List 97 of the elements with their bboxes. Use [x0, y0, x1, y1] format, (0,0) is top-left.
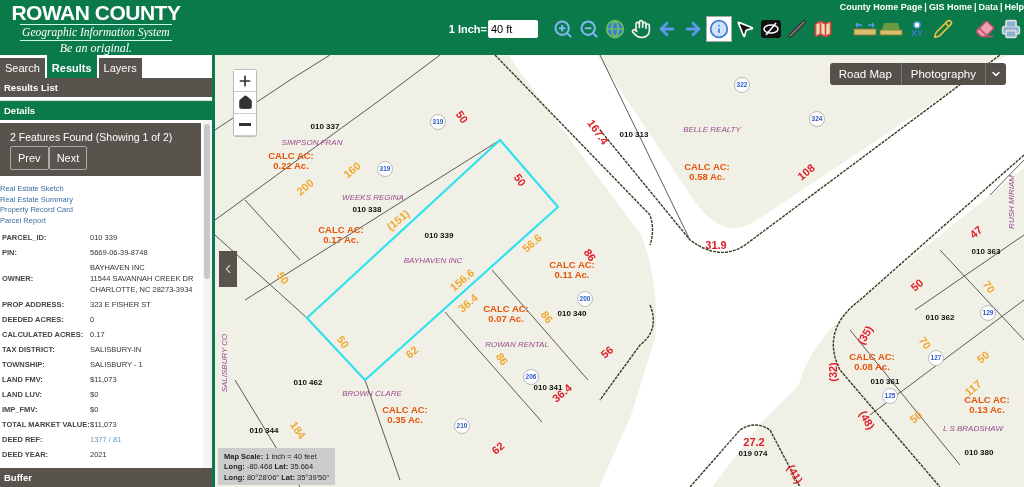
- frontage-label: 50: [511, 171, 529, 189]
- pencil-icon: [933, 19, 953, 39]
- printer-icon: [1001, 19, 1021, 39]
- section-header[interactable]: Results List: [0, 78, 212, 97]
- acreage-label: CALC AC: 0.35 Ac.: [382, 404, 428, 426]
- owner-label: BAYHAVEN INC: [403, 256, 463, 266]
- hand-icon: [631, 19, 651, 39]
- dimension-label: 50: [274, 269, 292, 287]
- dimension-label: 70: [980, 278, 998, 296]
- acreage-label: CALC AC: 0.07 Ac.: [483, 303, 529, 325]
- dimension-label: 50: [334, 333, 352, 351]
- parcel-id-label: 010 339: [424, 231, 454, 241]
- dimension-label: 200: [294, 176, 316, 198]
- frontage-label: 62: [489, 439, 507, 457]
- dimension-label: 56.6: [519, 231, 545, 255]
- section-header[interactable]: Details: [0, 100, 212, 120]
- parcel-id-label: 019 074: [738, 449, 768, 459]
- parcel-id-label: 010 338: [352, 205, 382, 215]
- acreage-label: CALC AC: 0.22 Ac.: [268, 150, 314, 172]
- county-logo-title: ROWAN COUNTY: [11, 2, 181, 24]
- frontage-label: 108: [795, 161, 817, 183]
- link-separator: |: [924, 2, 927, 14]
- dimension-label: 70: [916, 334, 934, 352]
- acreage-label: CALC AC: 0.17 Ac.: [318, 224, 364, 246]
- parcel-id-label: 010 344: [249, 426, 279, 436]
- basemap-button[interactable]: Road Map: [829, 63, 902, 85]
- link-separator: |: [973, 2, 977, 14]
- parcel-id-label: 010 362: [925, 313, 955, 323]
- owner-label: BELLE REALTY: [683, 125, 741, 135]
- sidebar-tab[interactable]: Results: [46, 55, 97, 78]
- frontage-label: 56: [598, 343, 616, 361]
- collapse-panel-button[interactable]: [219, 251, 237, 287]
- parcel-id-label: 010 361: [870, 377, 900, 387]
- pointer-icon: [735, 19, 755, 39]
- parcel-id-label: 010 340: [557, 309, 587, 319]
- owner-label: L S BRADSHAW: [942, 424, 1004, 434]
- basemap-button[interactable]: Photography: [901, 63, 986, 85]
- dimension-label: 50: [974, 348, 992, 366]
- frontage-label: 50: [453, 108, 471, 126]
- acreage-label: CALC AC: 0.08 Ac.: [849, 351, 895, 373]
- dimension-label: 184: [287, 419, 309, 441]
- acreage-label: CALC AC: 0.58 Ac.: [684, 161, 730, 183]
- header-link[interactable]: GIS Home: [928, 2, 972, 16]
- section-header[interactable]: Buffer: [0, 468, 212, 487]
- globe-icon: [605, 19, 625, 39]
- arrow-left-icon: [657, 19, 677, 39]
- ruler-icon: [853, 21, 877, 37]
- owner-label: ROWAN RENTAL: [485, 340, 549, 350]
- scale-input[interactable]: 40 ft: [488, 20, 538, 38]
- sidebar-tab[interactable]: Layers: [98, 58, 142, 78]
- dimension-label: 86: [538, 308, 556, 326]
- header-link[interactable]: Help: [1004, 2, 1024, 16]
- pager-button[interactable]: Prev: [10, 146, 49, 170]
- map-icon: [813, 19, 833, 39]
- parcel-id-label: 010 363: [971, 247, 1001, 257]
- owner-label: BROWN CLARE: [342, 389, 402, 399]
- owner-label: RUSH MIRIAM: [1007, 175, 1017, 229]
- parcel-id-label: 010 313: [619, 130, 649, 140]
- owner-label: SALISBURY CO: [220, 333, 230, 393]
- zoom-out-icon: [579, 19, 599, 39]
- sidebar-tab[interactable]: Search: [0, 58, 45, 78]
- frontage-label: 31.9: [705, 238, 727, 252]
- pager-button[interactable]: Next: [48, 146, 88, 170]
- home-icon: [237, 95, 253, 110]
- dimension-label: 36.4: [455, 291, 481, 315]
- scale-label: 1 Inch=: [448, 23, 487, 35]
- parcel-id-label: 010 337: [310, 122, 340, 132]
- dimension-label: 160: [341, 159, 363, 181]
- header-link[interactable]: County Home Page: [839, 2, 923, 16]
- parcel-id-label: 010 380: [964, 448, 994, 458]
- frontage-label: 50: [908, 276, 926, 294]
- header-link[interactable]: Data: [978, 2, 998, 16]
- dimension-label: 50: [907, 408, 925, 426]
- zoom-in-icon: [553, 19, 573, 39]
- area-ruler-icon: [879, 21, 903, 37]
- parcel-id-label: 010 462: [293, 378, 323, 388]
- home-button[interactable]: [234, 92, 256, 114]
- line-icon: [788, 20, 806, 38]
- frontage-label: 47: [967, 223, 985, 241]
- owner-label: WEEKS REGINA: [342, 193, 404, 203]
- link-separator: |: [999, 2, 1003, 14]
- target-icon: [913, 20, 921, 29]
- frontage-label: 27.2: [743, 435, 765, 449]
- logo-subtitle: Geographic Information System: [20, 24, 172, 41]
- eraser-icon: [975, 19, 995, 39]
- scrollbar-thumb[interactable]: [204, 124, 210, 279]
- zoom-in-button[interactable]: [234, 70, 256, 92]
- dimension-label: 62: [403, 343, 421, 361]
- info-icon: [709, 19, 729, 39]
- xy-text: XY: [911, 28, 923, 38]
- logo-tagline: Be an original.: [59, 41, 133, 55]
- owner-label: SIMPSON FRAN: [281, 138, 343, 148]
- arrow-right-icon: [683, 19, 703, 39]
- results-summary: 2 Features Found (Showing 1 of 2): [10, 131, 174, 143]
- dimension-label: 86: [493, 350, 511, 368]
- frontage-label: (32): [826, 362, 840, 382]
- minus-icon: [239, 123, 251, 126]
